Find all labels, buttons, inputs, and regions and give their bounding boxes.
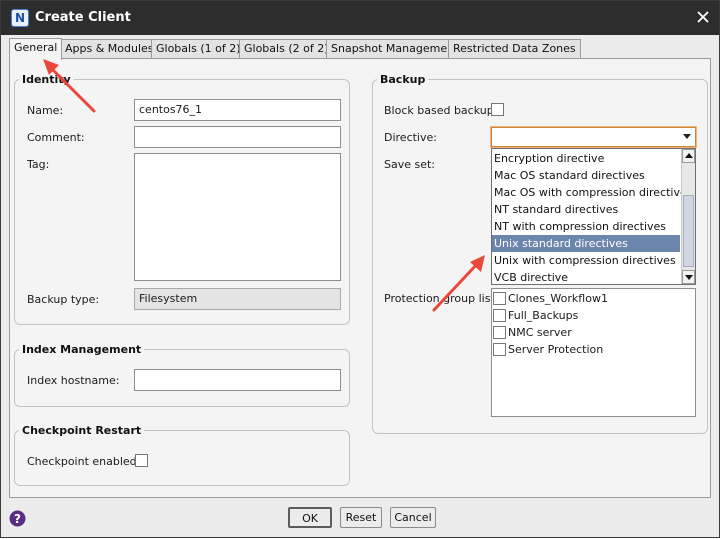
cancel-button[interactable]: Cancel <box>390 507 436 528</box>
directive-dropdown-list: Encryption directive Mac OS standard dir… <box>491 148 696 285</box>
window-title: Create Client <box>35 10 131 25</box>
checkpoint-restart-legend: Checkpoint Restart <box>22 424 142 437</box>
title-bar: N Create Client <box>1 1 719 35</box>
backup-type-field: Filesystem <box>134 288 341 310</box>
backup-type-label: Backup type: <box>27 293 100 306</box>
protection-group-checkbox[interactable] <box>493 343 506 356</box>
reset-button[interactable]: Reset <box>340 507 382 528</box>
protection-group-list-label: Protection group list: <box>384 292 499 305</box>
chevron-down-icon[interactable] <box>683 134 691 139</box>
scrollbar-thumb[interactable] <box>683 195 694 267</box>
dropdown-scrollbar[interactable] <box>681 149 695 284</box>
tab-snapshot-management[interactable]: Snapshot Management <box>326 39 464 59</box>
ok-button[interactable]: OK <box>288 507 332 528</box>
directive-option-nt-standard[interactable]: NT standard directives <box>492 201 680 218</box>
comment-label: Comment: <box>27 131 85 144</box>
protection-group-list: Clones_Workflow1 Full_Backups NMC server… <box>491 288 696 417</box>
directive-option-encryption[interactable]: Encryption directive <box>492 150 680 167</box>
tag-textarea[interactable] <box>134 153 341 281</box>
tab-globals-1[interactable]: Globals (1 of 2) <box>151 39 246 59</box>
backup-legend: Backup <box>380 73 426 86</box>
protection-group-checkbox[interactable] <box>493 326 506 339</box>
protection-group-name: Full_Backups <box>508 309 579 322</box>
block-based-backup-checkbox[interactable] <box>491 103 504 116</box>
directive-option-nt-compression[interactable]: NT with compression directives <box>492 218 680 235</box>
protection-group-name: Server Protection <box>508 343 604 356</box>
checkpoint-enabled-label: Checkpoint enabled: <box>27 455 141 468</box>
index-hostname-input[interactable] <box>134 369 341 391</box>
directive-select[interactable] <box>491 127 696 147</box>
name-input[interactable]: centos76_1 <box>134 99 341 121</box>
tag-label: Tag: <box>27 158 50 171</box>
directive-label: Directive: <box>384 131 437 144</box>
block-based-backup-label: Block based backup: <box>384 104 498 117</box>
tab-restricted-data-zones[interactable]: Restricted Data Zones <box>448 39 581 59</box>
directive-option-macos-standard[interactable]: Mac OS standard directives <box>492 167 680 184</box>
directive-option-macos-compression[interactable]: Mac OS with compression directives <box>492 184 693 201</box>
index-hostname-label: Index hostname: <box>27 374 120 387</box>
checkpoint-enabled-checkbox[interactable] <box>135 454 148 467</box>
index-management-legend: Index Management <box>22 343 142 356</box>
identity-legend: Identity <box>22 73 71 86</box>
scroll-down-arrow-icon[interactable] <box>682 270 695 284</box>
directive-option-unix-standard[interactable]: Unix standard directives <box>492 235 680 252</box>
help-icon[interactable]: ? <box>9 510 26 527</box>
protection-group-name: NMC server <box>508 326 572 339</box>
scroll-up-arrow-icon[interactable] <box>682 149 695 163</box>
networker-app-icon: N <box>11 9 29 27</box>
protection-group-checkbox[interactable] <box>493 309 506 322</box>
create-client-dialog: N Create Client General Apps & Modules G… <box>0 0 720 538</box>
tab-globals-2[interactable]: Globals (2 of 2) <box>239 39 334 59</box>
comment-input[interactable] <box>134 126 341 148</box>
save-set-label: Save set: <box>384 158 436 171</box>
protection-group-name: Clones_Workflow1 <box>508 292 608 305</box>
tab-general[interactable]: General <box>9 38 63 60</box>
directive-option-vcb[interactable]: VCB directive <box>492 269 680 286</box>
tab-apps-modules[interactable]: Apps & Modules <box>60 39 159 59</box>
close-icon[interactable] <box>694 8 712 26</box>
name-label: Name: <box>27 104 64 117</box>
svg-text:?: ? <box>14 512 21 526</box>
protection-group-checkbox[interactable] <box>493 292 506 305</box>
directive-option-unix-compression[interactable]: Unix with compression directives <box>492 252 680 269</box>
